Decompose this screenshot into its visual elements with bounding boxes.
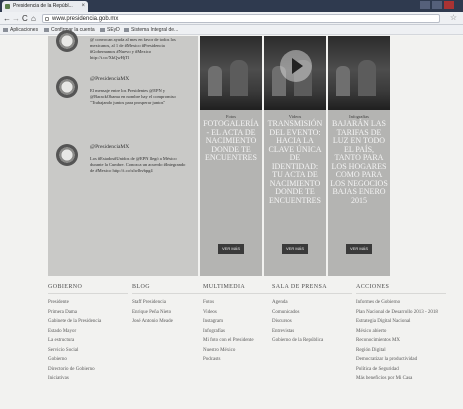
footer-link[interactable]: Región Digital [356,348,446,355]
footer-link[interactable]: La estructura [48,338,128,345]
apps-icon [3,28,8,32]
footer-heading[interactable]: Multimedia [203,284,283,294]
footer-heading[interactable]: Acciones [356,284,446,294]
address-bar[interactable]: www.presidencia.gob.mx [42,14,440,23]
presidency-seal-avatar [56,76,78,98]
footer-column-blog: Blog Staff Presidencia Enrique Peña Niet… [132,284,212,329]
tweet-handle[interactable]: @PresidenciaMX [90,144,129,150]
footer-link[interactable]: Entrevistas [272,329,352,336]
footer-link[interactable]: Agenda [272,300,352,307]
play-icon[interactable] [280,50,312,82]
bookmark-item[interactable]: Aplicaciones [3,25,38,35]
footer-link[interactable]: Informes de Gobierno [356,300,446,307]
tweet[interactable]: @PresidenciaMX Los #Estados#Unidos de @E… [56,144,196,204]
footer-link[interactable]: Estado Mayor [48,329,128,336]
card-title[interactable]: Bajarán las Tarifas de Luz en Todo el Pa… [330,119,388,205]
tweet-text: El mensaje entre los Presidentes @EPN y … [90,88,176,105]
footer-link[interactable]: Discursos [272,319,352,326]
footer-link[interactable]: México abierto [356,329,446,336]
footer-link[interactable]: Gobierno de la República [272,338,352,345]
minimize-window-icon[interactable] [420,1,430,9]
card-title[interactable]: Transmisión del Evento: Hacia la Clave Ú… [266,119,324,205]
footer-link[interactable]: Primera Dama [48,310,128,317]
home-icon[interactable]: ⌂ [31,14,36,23]
footer-link[interactable]: Democratizar la productividad [356,357,446,364]
tab-close-icon[interactable]: × [81,1,85,12]
card-photo[interactable] [200,36,262,110]
page-info-icon[interactable] [45,17,49,21]
navigation-toolbar: ← → C ⌂ www.presidencia.gob.mx ☆ [0,12,463,25]
footer-heading[interactable]: Blog [132,284,212,294]
tweet-text: @ convocan ayuda al mes en favor de todo… [90,37,176,60]
tweet-handle[interactable]: @PresidenciaMX [90,76,129,82]
address-bar-url: www.presidencia.gob.mx [52,16,119,22]
footer-link[interactable]: Gobierno [48,357,128,364]
back-arrow-icon[interactable]: ← [3,14,11,23]
footer-link[interactable]: Reconocimientos MX [356,338,446,345]
featured-card-infographics[interactable]: Infografías Bajarán las Tarifas de Luz e… [328,36,390,276]
footer-link[interactable]: José Antonio Meade [132,319,212,326]
see-more-button[interactable]: VER MÁS [346,244,372,254]
footer-heading[interactable]: Sala de Prensa [272,284,352,294]
browser-tab[interactable]: Presidencia de la Repúbl... × [2,1,88,12]
presidency-seal-avatar [56,144,78,166]
footer-link[interactable]: Iniciativas [48,376,128,383]
tab-title: Presidencia de la Repúbl... [13,3,73,9]
featured-card-videos[interactable]: Videos Transmisión del Evento: Hacia la … [264,36,326,276]
footer-link[interactable]: Gabinete de la Presidencia [48,319,128,326]
footer-link[interactable]: Estrategia Digital Nacional [356,319,446,326]
footer-column-gobierno: Gobierno Presidente Primera Dama Gabinet… [48,284,128,386]
card-photo[interactable] [328,36,390,110]
footer-link[interactable]: Nuestro México [203,348,283,355]
bookmark-folder-icon [44,28,49,32]
footer-link[interactable]: Podcasts [203,357,283,364]
tweet[interactable]: @PresidenciaMX El mensaje entre los Pres… [56,76,196,126]
card-title[interactable]: Fotogalería - El Acta de Nacimiento Dond… [202,119,260,163]
see-more-button[interactable]: VER MÁS [218,244,244,254]
reload-icon[interactable]: C [22,14,28,23]
forward-arrow-icon[interactable]: → [12,14,20,23]
footer-link[interactable]: Infografías [203,329,283,336]
tweet[interactable]: @ convocan ayuda al mes en favor de todo… [56,30,196,64]
tweet-text: Los #Estados#Unidos de @EPN llegó a Méxi… [90,156,186,173]
footer-link[interactable]: Directorio de Gobierno [48,367,128,374]
footer-link[interactable]: Fotos [203,300,283,307]
presidency-seal-avatar [56,30,78,52]
featured-content: Fotos Fotogalería - El Acta de Nacimient… [200,36,390,276]
footer-link[interactable]: Política de Seguridad [356,367,446,374]
footer-link[interactable]: Más beneficios por Mi Casa [356,376,446,383]
favicon-icon [5,4,10,9]
bookmark-star-icon[interactable]: ☆ [450,13,457,22]
twitter-feed: @ convocan ayuda al mes en favor de todo… [48,30,198,276]
footer-link[interactable]: Comunicados [272,310,352,317]
footer-link[interactable]: Presidente [48,300,128,307]
see-more-button[interactable]: VER MÁS [282,244,308,254]
footer-link[interactable]: Plan Nacional de Desarrollo 2013 - 2018 [356,310,446,317]
footer-heading[interactable]: Gobierno [48,284,128,294]
footer-column-acciones: Acciones Informes de Gobierno Plan Nacio… [356,284,446,386]
site-footer: Gobierno Presidente Primera Dama Gabinet… [0,272,463,409]
footer-column-sala-de-prensa: Sala de Prensa Agenda Comunicados Discur… [272,284,352,348]
featured-card-photos[interactable]: Fotos Fotogalería - El Acta de Nacimient… [200,36,262,276]
footer-link[interactable]: Videos [203,310,283,317]
browser-tab-strip: Presidencia de la Repúbl... × [0,0,463,12]
maximize-window-icon[interactable] [432,1,442,9]
card-video-thumbnail[interactable] [264,36,326,110]
close-window-icon[interactable] [444,1,454,9]
footer-link[interactable]: Enrique Peña Nieto [132,310,212,317]
web-page: @ convocan ayuda al mes en favor de todo… [0,30,463,409]
footer-link[interactable]: Instagram [203,319,283,326]
footer-link[interactable]: Staff Presidencia [132,300,212,307]
footer-link[interactable]: Mi foto con el Presidente [203,338,283,345]
footer-column-multimedia: Multimedia Fotos Videos Instagram Infogr… [203,284,283,367]
footer-link[interactable]: Servicio Social [48,348,128,355]
